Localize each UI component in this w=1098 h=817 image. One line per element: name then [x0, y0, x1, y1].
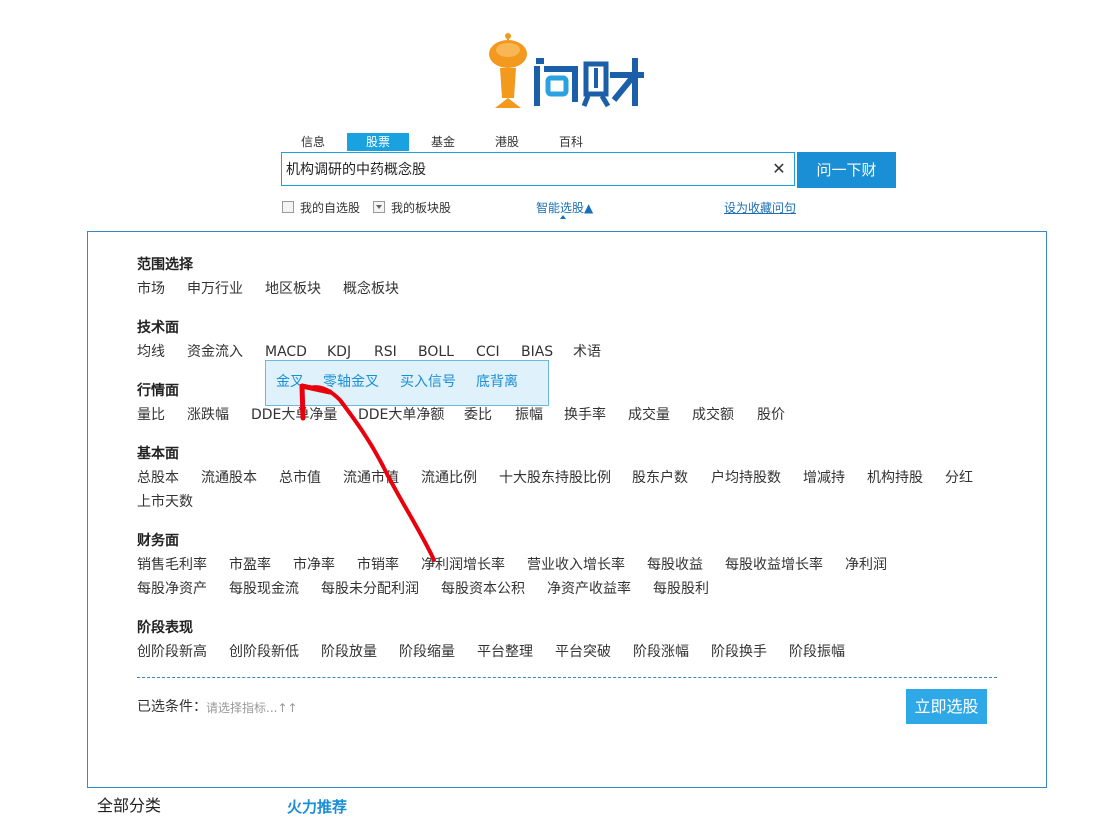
selected-conditions-label: 已选条件：	[137, 699, 207, 715]
filter-item[interactable]: 总股本	[137, 469, 179, 487]
hot-recommend-tab[interactable]: 火力推荐	[287, 797, 347, 817]
filter-item[interactable]: 创阶段新高	[137, 643, 207, 661]
filter-item[interactable]: 流通比例	[421, 469, 477, 487]
filter-item[interactable]: KDJ	[327, 343, 351, 361]
pick-stocks-button[interactable]: 立即选股	[906, 689, 987, 724]
filter-item[interactable]: 市净率	[293, 556, 335, 574]
close-icon[interactable]: ✕	[770, 160, 788, 178]
filter-item[interactable]: 股东户数	[632, 469, 688, 487]
filter-item[interactable]: DDE大单净量	[251, 406, 337, 424]
filter-item[interactable]: 分红	[945, 469, 973, 487]
filter-item[interactable]: 阶段涨幅	[633, 643, 689, 661]
filter-item[interactable]: 市场	[137, 280, 165, 298]
selected-conditions-hint: 请选择指标...↑↑	[206, 701, 298, 715]
filter-item[interactable]: 每股未分配利润	[321, 580, 419, 598]
my-stocks-label: 我的自选股	[300, 201, 361, 215]
wencai-logo	[486, 30, 656, 112]
filter-item[interactable]: BOLL	[418, 343, 454, 361]
filter-item[interactable]: 换手率	[564, 406, 606, 424]
submenu-item-buy-signal[interactable]: 买入信号	[400, 373, 456, 391]
filter-item[interactable]: BIAS	[521, 343, 553, 361]
filter-item[interactable]: 销售毛利率	[137, 556, 207, 574]
my-stocks-option[interactable]: 我的自选股	[282, 200, 360, 216]
filter-item[interactable]: 每股收益增长率	[725, 556, 823, 574]
filter-item[interactable]: 增减持	[803, 469, 845, 487]
dropdown-icon[interactable]	[373, 201, 385, 213]
filter-item[interactable]: 涨跌幅	[187, 406, 229, 424]
filter-item[interactable]: 每股收益	[647, 556, 703, 574]
filter-item[interactable]: 户均持股数	[711, 469, 781, 487]
filter-item[interactable]: 量比	[137, 406, 165, 424]
filter-item[interactable]: 平台突破	[555, 643, 611, 661]
filter-item[interactable]: 流通市值	[343, 469, 399, 487]
filter-item[interactable]: 申万行业	[187, 280, 243, 298]
caret-up-icon	[560, 215, 566, 219]
filter-item[interactable]: 上市天数	[137, 493, 193, 511]
filter-item[interactable]: 术语	[573, 343, 601, 361]
section-title-technical: 技术面	[137, 320, 179, 336]
filter-item[interactable]: 概念板块	[343, 280, 399, 298]
submenu-item-bottom-divergence[interactable]: 底背离	[476, 373, 518, 391]
submenu-item-zero-axis-golden-cross[interactable]: 零轴金叉	[323, 373, 379, 391]
filter-item[interactable]: 净利润增长率	[421, 556, 505, 574]
filter-item[interactable]: 机构持股	[867, 469, 923, 487]
filter-item[interactable]: 每股净资产	[137, 580, 207, 598]
filter-item[interactable]: 阶段缩量	[399, 643, 455, 661]
search-box: ✕	[281, 152, 795, 186]
section-title-market: 行情面	[137, 383, 179, 399]
filter-item[interactable]: 阶段放量	[321, 643, 377, 661]
filter-item[interactable]: 委比	[464, 406, 492, 424]
filter-item[interactable]: 平台整理	[477, 643, 533, 661]
filter-item[interactable]: 均线	[137, 343, 165, 361]
divider	[137, 677, 997, 678]
filter-item[interactable]: 流通股本	[201, 469, 257, 487]
tab-encyclopedia[interactable]: 百科	[539, 133, 603, 151]
section-title-stage: 阶段表现	[137, 620, 193, 636]
section-title-financial: 财务面	[137, 533, 179, 549]
filter-item[interactable]: 成交量	[628, 406, 670, 424]
section-title-scope: 范围选择	[137, 257, 193, 273]
filter-item[interactable]: 阶段换手	[711, 643, 767, 661]
tab-info[interactable]: 信息	[281, 133, 345, 151]
filter-item[interactable]: 总市值	[279, 469, 321, 487]
filter-item[interactable]: 市盈率	[229, 556, 271, 574]
section-title-fundamental: 基本面	[137, 446, 179, 462]
all-categories-tab[interactable]: 全部分类	[97, 796, 161, 816]
filter-item[interactable]: 净资产收益率	[547, 580, 631, 598]
submenu-item-golden-cross[interactable]: 金叉	[276, 373, 304, 391]
smart-pick-toggle[interactable]: 智能选股▲	[536, 200, 593, 216]
filter-item[interactable]: 市销率	[357, 556, 399, 574]
filter-item[interactable]: CCI	[476, 343, 500, 361]
filter-item[interactable]: 资金流入	[187, 343, 243, 361]
filter-item[interactable]: 净利润	[845, 556, 887, 574]
tab-hk-stocks[interactable]: 港股	[475, 133, 539, 151]
filter-item[interactable]: 成交额	[692, 406, 734, 424]
my-sectors-option[interactable]: 我的板块股	[373, 200, 451, 216]
filter-item[interactable]: 每股现金流	[229, 580, 299, 598]
filter-item[interactable]: 阶段振幅	[789, 643, 845, 661]
filter-item[interactable]: 地区板块	[265, 280, 321, 298]
filter-item[interactable]: DDE大单净额	[358, 406, 444, 424]
filter-item[interactable]: RSI	[374, 343, 397, 361]
tab-funds[interactable]: 基金	[411, 133, 475, 151]
filter-item[interactable]: 股价	[757, 406, 785, 424]
filter-item[interactable]: 十大股东持股比例	[499, 469, 611, 487]
filter-item[interactable]: 营业收入增长率	[527, 556, 625, 574]
search-input[interactable]	[286, 153, 766, 185]
filter-item[interactable]: 创阶段新低	[229, 643, 299, 661]
search-button[interactable]: 问一下财	[797, 152, 896, 188]
filter-item[interactable]: 每股资本公积	[441, 580, 525, 598]
save-favorite-link[interactable]: 设为收藏问句	[724, 200, 796, 216]
my-sectors-label: 我的板块股	[391, 201, 452, 215]
filter-item-macd[interactable]: MACD	[265, 343, 307, 361]
checkbox-icon[interactable]	[282, 201, 294, 213]
filter-item[interactable]: 振幅	[515, 406, 543, 424]
filter-item[interactable]: 每股股利	[653, 580, 709, 598]
tab-stocks[interactable]: 股票	[347, 133, 409, 151]
